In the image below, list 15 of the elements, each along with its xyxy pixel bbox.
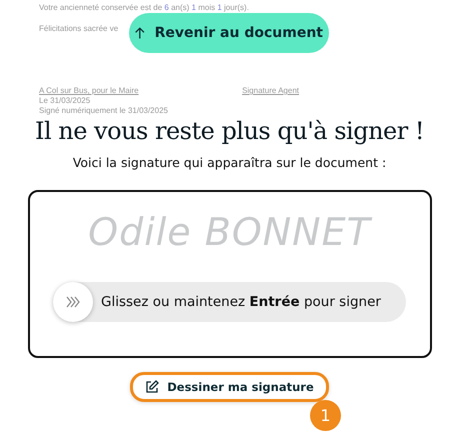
seniority-text: Votre ancienneté conservée est de 6 an(s) 1 mois 1 jour(s). <box>39 3 249 13</box>
draw-signature-button[interactable]: Dessiner ma signature <box>130 372 329 402</box>
congratulations-text: Félicitations sacrée ve <box>39 24 118 34</box>
place-text: A Col sur Bus, pour le Maire <box>39 86 139 96</box>
slider-handle[interactable] <box>53 282 93 322</box>
step-badge: 1 <box>310 400 341 431</box>
subtitle: Voici la signature qui apparaîtra sur le document : <box>72 155 386 170</box>
slide-instruction: Glissez ou maintenez Entrée pour signer <box>101 294 381 310</box>
signed-text: Signé numériquement le 31/03/2025 <box>39 106 168 116</box>
back-to-document-button[interactable]: Revenir au document <box>129 13 329 53</box>
date-text: Le 31/03/2025 <box>39 96 90 106</box>
chevrons-icon <box>65 296 81 308</box>
page-title: Il ne vous reste plus qu'à signer ! <box>34 117 424 145</box>
agent-signature-label: Signature Agent <box>242 86 299 96</box>
edit-icon <box>145 380 160 394</box>
